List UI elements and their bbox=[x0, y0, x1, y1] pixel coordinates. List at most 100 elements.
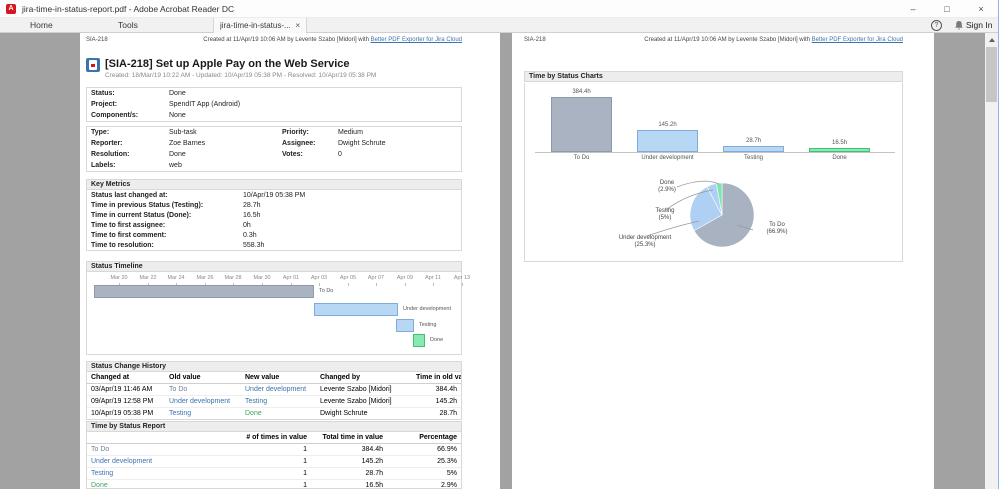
pie-label-testing: Testing (5%) bbox=[641, 208, 689, 222]
timeline-bar-testing bbox=[396, 319, 414, 332]
field-value: Sub-task bbox=[169, 129, 197, 136]
document-tab-label: jira-time-in-status-... bbox=[220, 21, 291, 30]
timeline-bar-under-development bbox=[314, 303, 398, 316]
metric-label: Time to first assignee: bbox=[91, 221, 166, 229]
pdf-page-header: SIA-218 Created at 11/Apr/19 10:06 AM by… bbox=[524, 37, 903, 43]
acrobat-app-icon: A bbox=[6, 3, 16, 14]
table-row: Time to resolution: 558.3h bbox=[87, 240, 461, 250]
pdf-page-charts: SIA-218 Created at 11/Apr/19 10:06 AM by… bbox=[512, 33, 934, 489]
page-header-issue-key: SIA-218 bbox=[524, 37, 546, 43]
pie-label-under-development: Under development (25.3%) bbox=[583, 235, 707, 249]
column-header: Time in old value bbox=[412, 372, 461, 384]
pie-leader-under-development bbox=[646, 220, 700, 237]
axis-tick-label: Apr 11 bbox=[425, 275, 441, 281]
cell-changed-by: Dwight Schrute bbox=[320, 410, 368, 417]
maximize-button[interactable]: □ bbox=[930, 0, 964, 18]
exporter-link[interactable]: Better PDF Exporter for Jira Cloud bbox=[812, 37, 903, 43]
issue-dates-line: Created: 18/Mar/19 10:22 AM - Updated: 1… bbox=[105, 72, 377, 79]
table-row: Time in previous Status (Testing): 28.7h bbox=[87, 200, 461, 210]
table-row: Time to first assignee: 0h bbox=[87, 220, 461, 230]
page-header-issue-key: SIA-218 bbox=[86, 37, 108, 43]
cell-time: 384.4h bbox=[412, 383, 461, 396]
table-row: Reporter: Zoe Barnes Assignee: Dwight Schr… bbox=[87, 138, 461, 149]
field-label: Assignee: bbox=[282, 140, 316, 147]
subtask-type-icon bbox=[86, 58, 100, 72]
acrobat-window: A jira-time-in-status-report.pdf - Adobe… bbox=[0, 0, 999, 489]
cell-status: To Do bbox=[87, 443, 235, 456]
cell-new-value: Under development bbox=[241, 383, 316, 396]
column-header bbox=[87, 432, 235, 444]
pie-chart bbox=[646, 180, 755, 248]
minimize-button[interactable]: – bbox=[896, 0, 930, 18]
scrollbar-thumb[interactable] bbox=[986, 47, 997, 102]
cell-changed-at: 09/Apr/19 12:58 PM bbox=[87, 395, 165, 408]
axis-tick-label: Mar 20 bbox=[110, 275, 128, 281]
table-header-row: Changed at Old value New value Changed b… bbox=[87, 372, 461, 384]
pdf-page-report: SIA-218 Created at 11/Apr/19 10:06 AM by… bbox=[80, 33, 500, 489]
field-value: Zoe Barnes bbox=[169, 140, 206, 147]
notifications-bell-icon[interactable] bbox=[954, 20, 964, 31]
cell-status: Under development bbox=[87, 455, 235, 468]
timeline-bar-todo bbox=[94, 285, 314, 298]
tab-document[interactable]: jira-time-in-status-... × bbox=[213, 18, 307, 33]
metric-label: Status last changed at: bbox=[91, 191, 168, 199]
table-row: Status: Done bbox=[87, 88, 461, 99]
exporter-link[interactable]: Better PDF Exporter for Jira Cloud bbox=[371, 37, 462, 43]
timeline-bar-label: Under development bbox=[403, 306, 452, 312]
cell-total: 384.4h bbox=[311, 443, 387, 456]
pie-label-name: Under development bbox=[618, 235, 672, 241]
cell-changed-at: 03/Apr/19 11:46 AM bbox=[87, 383, 165, 396]
table-row: Project: SpendIT App (Android) bbox=[87, 99, 461, 110]
page-header-created-line: Created at 11/Apr/19 10:06 AM by Levente… bbox=[203, 37, 462, 43]
cell-percentage: 25.3% bbox=[387, 455, 461, 468]
field-label: Project: bbox=[91, 101, 118, 108]
tab-tools[interactable]: Tools bbox=[118, 18, 138, 32]
close-button[interactable]: × bbox=[964, 0, 998, 18]
issue-details-box: Type: Sub-task Priority: Medium Reporter: Z… bbox=[86, 126, 462, 172]
status-change-history-heading: Status Change History bbox=[86, 361, 462, 372]
field-label bbox=[278, 160, 334, 171]
metric-value: 558.3h bbox=[243, 241, 265, 249]
tab-close-icon[interactable]: × bbox=[295, 21, 300, 30]
axis-tick-label: Mar 24 bbox=[167, 275, 185, 281]
timeline-bar-done bbox=[413, 334, 425, 347]
issue-title: [SIA-218] Set up Apple Pay on the Web Se… bbox=[105, 58, 350, 70]
axis-tick-label: Mar 30 bbox=[253, 275, 271, 281]
issue-summary-box: Status: Done Project: SpendIT App (Android… bbox=[86, 87, 462, 122]
axis-tick-label: Mar 22 bbox=[139, 275, 157, 281]
scrollbar-up-arrow-icon[interactable] bbox=[985, 33, 998, 46]
pie-label-pct: (66.9%) bbox=[766, 229, 788, 235]
table-row: 10/Apr/19 05:38 PM Testing Done Dwight S… bbox=[87, 408, 461, 420]
status-timeline-chart: Mar 20 Mar 22 Mar 24 Mar 26 Mar 28 Mar 3… bbox=[86, 272, 470, 355]
field-label: Resolution: bbox=[91, 151, 130, 158]
axis-tick-label: Apr 05 bbox=[339, 275, 357, 281]
help-icon[interactable]: ? bbox=[931, 20, 942, 31]
tab-home[interactable]: Home bbox=[30, 18, 53, 32]
pdf-page-header: SIA-218 Created at 11/Apr/19 10:06 AM by… bbox=[86, 37, 462, 43]
column-header: Total time in value bbox=[311, 432, 387, 444]
metric-value: 16.5h bbox=[243, 211, 261, 219]
cell-total: 16.5h bbox=[365, 482, 383, 489]
tab-bar: Home Tools jira-time-in-status-... × ? S… bbox=[0, 18, 998, 33]
created-text: Created at 11/Apr/19 10:06 AM by Levente… bbox=[644, 37, 810, 43]
timeline-bar-label: To Do bbox=[319, 288, 334, 294]
cell-old-value: To Do bbox=[165, 383, 241, 396]
table-row: 03/Apr/19 11:46 AM To Do Under developme… bbox=[87, 383, 461, 396]
field-value: 0 bbox=[338, 151, 342, 158]
column-header: Changed at bbox=[87, 372, 165, 384]
table-header-row: # of times in value Total time in value … bbox=[87, 432, 461, 444]
field-value: Dwight Schrute bbox=[338, 140, 386, 147]
table-row: To Do 1 384.4h 66.9% bbox=[87, 443, 461, 456]
axis-tick-label: Apr 13 bbox=[453, 275, 471, 281]
field-value: web bbox=[169, 162, 182, 169]
axis-tick-label: Apr 03 bbox=[310, 275, 328, 281]
field-label: Status: bbox=[91, 90, 115, 97]
pie-label-done: Done (2.9%) bbox=[643, 180, 691, 194]
table-row: Labels: web bbox=[87, 160, 461, 171]
sign-in-button[interactable]: Sign In bbox=[966, 18, 992, 32]
axis-tick-label: Apr 09 bbox=[396, 275, 414, 281]
cell-time: 145.2h bbox=[412, 395, 461, 408]
table-row: Time to first comment: 0.3h bbox=[87, 230, 461, 240]
table-row: 09/Apr/19 12:58 PM Under development Tes… bbox=[87, 395, 461, 408]
vertical-scrollbar[interactable] bbox=[985, 33, 998, 489]
